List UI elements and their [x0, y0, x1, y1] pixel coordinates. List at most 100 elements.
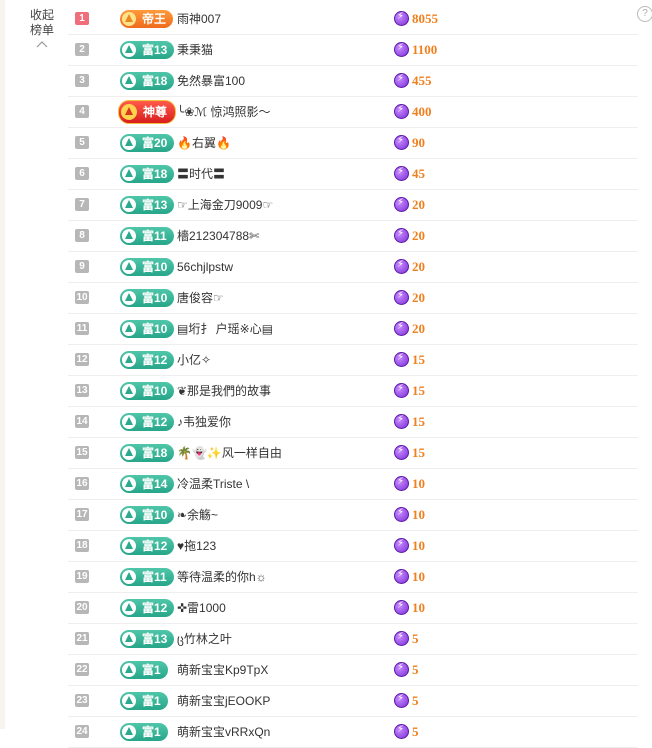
rank-number: 11	[75, 322, 89, 335]
rank-number: 8	[75, 229, 89, 242]
wealth-level-badge: 神尊	[118, 100, 177, 124]
ranking-row[interactable]: 17 富10 ❧余觞~ 10	[68, 500, 638, 531]
user-name[interactable]: 等待温柔的你h☼	[177, 562, 267, 592]
wealth-level-icon	[122, 570, 136, 584]
wealth-level-badge: 富13	[120, 196, 175, 214]
wealth-level-icon	[122, 446, 136, 460]
user-name[interactable]: 萌新宝宝vRRxQn	[177, 717, 270, 747]
wealth-level-label: 富10	[142, 508, 168, 522]
user-name[interactable]: 唐俊容☞	[177, 283, 224, 313]
user-name[interactable]: 秉秉猫	[177, 35, 213, 65]
user-name[interactable]: ☞上海金刀9009☞	[177, 190, 273, 220]
wealth-level-label: 富10	[142, 260, 168, 274]
wealth-level-icon	[122, 632, 136, 646]
lightning-coin-icon	[394, 569, 409, 584]
contribution-score: 20	[412, 321, 425, 336]
wealth-level-icon	[122, 198, 136, 212]
ranking-row[interactable]: 7 富13 ☞上海金刀9009☞ 20	[68, 190, 638, 221]
ranking-row[interactable]: 5 富20 🔥右翼🔥 90	[68, 128, 638, 159]
user-name[interactable]: 🌴👻✨风一样自由	[177, 438, 282, 468]
ranking-row[interactable]: 11 富10 ▤垳扌 户瑶※心▤ 20	[68, 314, 638, 345]
user-name[interactable]: ❧余觞~	[177, 500, 218, 530]
lightning-coin-icon	[394, 290, 409, 305]
contribution-score: 10	[412, 600, 425, 615]
user-name[interactable]: 冷温柔Triste \	[177, 469, 249, 499]
ranking-row[interactable]: 13 富10 ❦那是我們的故事 15	[68, 376, 638, 407]
ranking-row[interactable]: 9 富10 56chjlpstw 20	[68, 252, 638, 283]
lightning-coin-icon	[394, 538, 409, 553]
wealth-level-badge: 富12	[120, 599, 175, 617]
user-name[interactable]: 萌新宝宝Kp9TpX	[177, 655, 268, 685]
ranking-row[interactable]: 14 富12 ♪韦独爱你 15	[68, 407, 638, 438]
user-name[interactable]: 小亿✧	[177, 345, 211, 375]
lightning-coin-icon	[394, 693, 409, 708]
wealth-level-label: 富1	[142, 694, 161, 708]
rank-number: 17	[75, 508, 89, 521]
ranking-row[interactable]: 4 神尊 ╰❀ℳ 惊鸿照影～ 400	[68, 97, 638, 128]
wealth-level-icon	[122, 663, 136, 677]
wealth-level-label: 富12	[142, 539, 168, 553]
rank-number: 10	[75, 291, 89, 304]
ranking-row[interactable]: 8 富11 檣212304788✄ 20	[68, 221, 638, 252]
wealth-level-icon	[122, 384, 136, 398]
wealth-level-icon	[122, 725, 136, 739]
user-name[interactable]: ♪韦独爱你	[177, 407, 231, 437]
user-name[interactable]: 56chjlpstw	[177, 252, 233, 282]
left-edge-strip	[0, 0, 5, 729]
user-name[interactable]: 免然暴富100	[177, 66, 245, 96]
help-icon[interactable]: ?	[637, 6, 652, 22]
wealth-level-label: 富12	[142, 353, 168, 367]
lightning-coin-icon	[394, 135, 409, 150]
rank-number: 23	[75, 694, 89, 707]
rank-number: 24	[75, 725, 89, 738]
contribution-score: 10	[412, 507, 425, 522]
ranking-row[interactable]: 10 富10 唐俊容☞ 20	[68, 283, 638, 314]
collapse-ranking-button[interactable]: 收起榜单	[24, 8, 60, 50]
lightning-coin-icon	[394, 11, 409, 26]
wealth-level-label: 富20	[142, 136, 168, 150]
contribution-score: 5	[412, 724, 419, 739]
rank-number: 16	[75, 477, 89, 490]
ranking-row[interactable]: 3 富18 免然暴富100 455	[68, 66, 638, 97]
ranking-row[interactable]: 15 富18 🌴👻✨风一样自由 15	[68, 438, 638, 469]
user-name[interactable]: 雨神007	[177, 4, 221, 34]
user-name[interactable]: ც竹林之叶	[177, 624, 232, 654]
ranking-row[interactable]: 16 富14 冷温柔Triste \ 10	[68, 469, 638, 500]
lightning-coin-icon	[394, 73, 409, 88]
user-name[interactable]: 🔥右翼🔥	[177, 128, 231, 158]
wealth-level-label: 帝王	[142, 12, 167, 26]
wealth-level-badge: 富18	[120, 444, 175, 462]
lightning-coin-icon	[394, 42, 409, 57]
wealth-level-badge: 富1	[120, 692, 168, 710]
wealth-level-badge: 富14	[120, 475, 175, 493]
user-name[interactable]: ▤垳扌 户瑶※心▤	[177, 314, 273, 344]
wealth-level-badge: 富10	[120, 289, 175, 307]
ranking-row[interactable]: 18 富12 ♥拖123 10	[68, 531, 638, 562]
ranking-row[interactable]: 20 富12 ✜雷1000 10	[68, 593, 638, 624]
ranking-row[interactable]: 24 富1 萌新宝宝vRRxQn 5	[68, 717, 638, 748]
ranking-row[interactable]: 22 富1 萌新宝宝Kp9TpX 5	[68, 655, 638, 686]
contribution-score: 20	[412, 228, 425, 243]
wealth-level-badge: 帝王	[120, 10, 174, 28]
user-name[interactable]: ✜雷1000	[177, 593, 226, 623]
user-name[interactable]: ❦那是我們的故事	[177, 376, 271, 406]
user-name[interactable]: 〓时代〓	[177, 159, 225, 189]
ranking-row[interactable]: 19 富11 等待温柔的你h☼ 10	[68, 562, 638, 593]
user-name[interactable]: ╰❀ℳ 惊鸿照影～	[177, 97, 270, 127]
wealth-level-icon	[122, 322, 136, 336]
ranking-row[interactable]: 23 富1 萌新宝宝jEOOKP 5	[68, 686, 638, 717]
ranking-row[interactable]: 6 富18 〓时代〓 45	[68, 159, 638, 190]
user-name[interactable]: 萌新宝宝jEOOKP	[177, 686, 270, 716]
wealth-level-label: 富1	[142, 725, 161, 739]
rank-number: 12	[75, 353, 89, 366]
ranking-row[interactable]: 21 富13 ც竹林之叶 5	[68, 624, 638, 655]
ranking-row[interactable]: 2 富13 秉秉猫 1100	[68, 35, 638, 66]
contribution-score: 400	[412, 104, 432, 119]
rank-number: 15	[75, 446, 89, 459]
user-name[interactable]: 檣212304788✄	[177, 221, 259, 251]
lightning-coin-icon	[394, 414, 409, 429]
ranking-row[interactable]: 1 帝王雨神007 8055	[68, 4, 638, 35]
ranking-row[interactable]: 12 富12 小亿✧ 15	[68, 345, 638, 376]
user-name[interactable]: ♥拖123	[177, 531, 216, 561]
rank-number: 20	[75, 601, 89, 614]
